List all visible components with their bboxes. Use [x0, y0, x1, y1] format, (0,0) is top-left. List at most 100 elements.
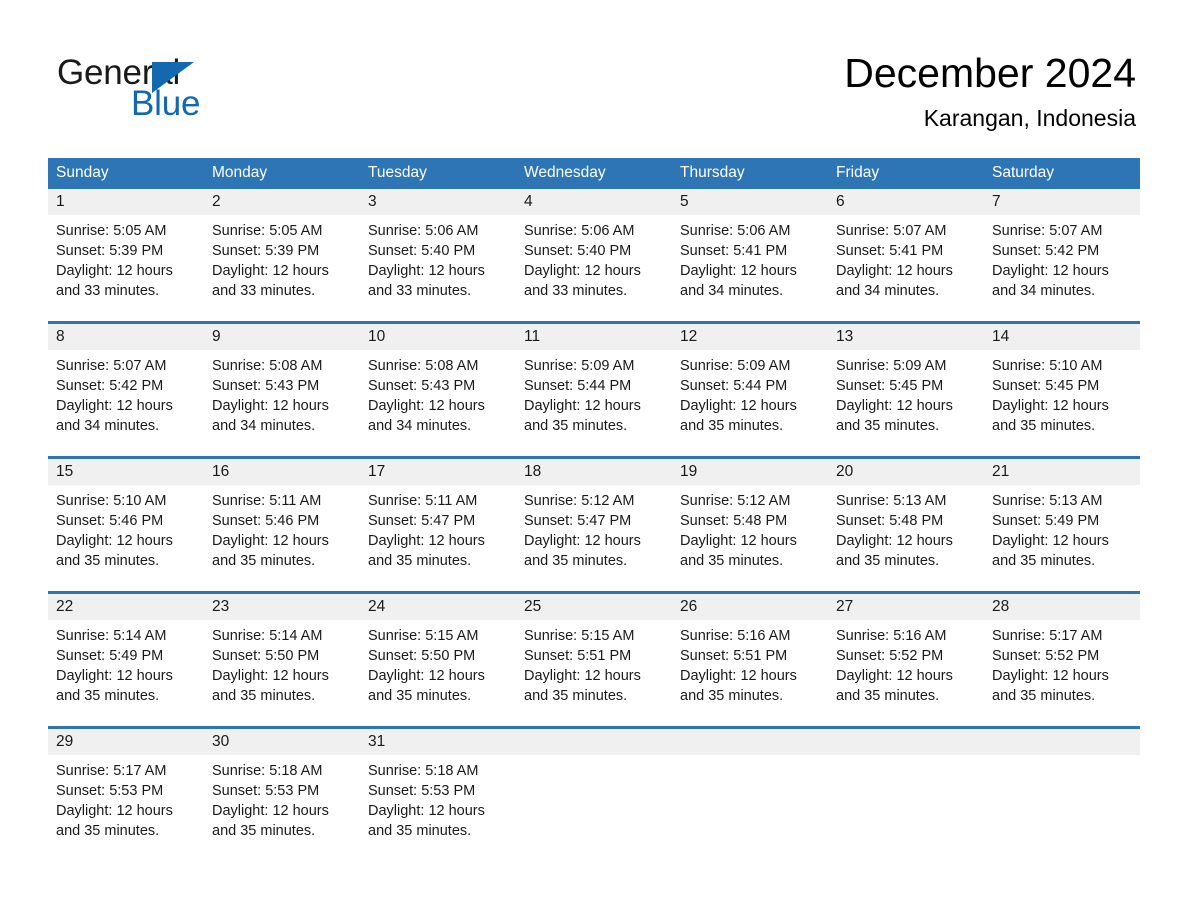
- day-number: 20: [836, 463, 854, 480]
- day-cell[interactable]: 11 Sunrise: 5:09 AM Sunset: 5:44 PM Dayl…: [516, 321, 672, 458]
- day-number: 30: [212, 733, 230, 750]
- day-cell[interactable]: 13 Sunrise: 5:09 AM Sunset: 5:45 PM Dayl…: [828, 321, 984, 458]
- weekday-header-saturday: Saturday: [984, 158, 1140, 189]
- day-cell[interactable]: 9 Sunrise: 5:08 AM Sunset: 5:43 PM Dayli…: [204, 321, 360, 458]
- sunrise-text: Sunrise: 5:17 AM: [992, 628, 1103, 644]
- day-number-band: 17: [360, 459, 516, 485]
- daylight-text: Daylight: 12 hours and 35 minutes.: [524, 533, 641, 569]
- day-cell[interactable]: 12 Sunrise: 5:09 AM Sunset: 5:44 PM Dayl…: [672, 321, 828, 458]
- page-header: General Blue December 2024 Karangan, Ind…: [0, 0, 1188, 152]
- day-cell[interactable]: 28 Sunrise: 5:17 AM Sunset: 5:52 PM Dayl…: [984, 591, 1140, 728]
- daylight-text: Daylight: 12 hours and 34 minutes.: [992, 263, 1109, 299]
- day-number-band: 13: [828, 324, 984, 350]
- day-cell[interactable]: 24 Sunrise: 5:15 AM Sunset: 5:50 PM Dayl…: [360, 591, 516, 728]
- day-number-band: 15: [48, 459, 204, 485]
- week-row: 29 Sunrise: 5:17 AM Sunset: 5:53 PM Dayl…: [48, 726, 1140, 861]
- daylight-text: Daylight: 12 hours and 33 minutes.: [212, 263, 329, 299]
- day-cell[interactable]: 15 Sunrise: 5:10 AM Sunset: 5:46 PM Dayl…: [48, 456, 204, 593]
- day-cell-empty: [672, 726, 828, 861]
- calendar-body: 1 Sunrise: 5:05 AM Sunset: 5:39 PM Dayli…: [48, 189, 1140, 861]
- title-block: December 2024 Karangan, Indonesia: [844, 48, 1136, 132]
- week-row: 1 Sunrise: 5:05 AM Sunset: 5:39 PM Dayli…: [48, 189, 1140, 323]
- day-info: Sunrise: 5:09 AM Sunset: 5:44 PM Dayligh…: [516, 350, 672, 436]
- day-cell[interactable]: 7 Sunrise: 5:07 AM Sunset: 5:42 PM Dayli…: [984, 189, 1140, 323]
- day-number-band: [984, 729, 1140, 755]
- sunrise-text: Sunrise: 5:05 AM: [56, 223, 167, 239]
- day-info: Sunrise: 5:14 AM Sunset: 5:50 PM Dayligh…: [204, 620, 360, 706]
- general-blue-logo[interactable]: General Blue: [57, 52, 317, 124]
- day-cell[interactable]: 30 Sunrise: 5:18 AM Sunset: 5:53 PM Dayl…: [204, 726, 360, 861]
- day-info: Sunrise: 5:16 AM Sunset: 5:51 PM Dayligh…: [672, 620, 828, 706]
- sunrise-text: Sunrise: 5:07 AM: [992, 223, 1103, 239]
- day-number-band: 30: [204, 729, 360, 755]
- day-cell[interactable]: 17 Sunrise: 5:11 AM Sunset: 5:47 PM Dayl…: [360, 456, 516, 593]
- weekday-header-friday: Friday: [828, 158, 984, 189]
- day-number: 25: [524, 598, 542, 615]
- day-cell[interactable]: 2 Sunrise: 5:05 AM Sunset: 5:39 PM Dayli…: [204, 189, 360, 323]
- day-number: 31: [368, 733, 386, 750]
- sunrise-text: Sunrise: 5:12 AM: [680, 493, 791, 509]
- day-number: 22: [56, 598, 74, 615]
- sunset-text: Sunset: 5:39 PM: [212, 243, 320, 259]
- day-cell[interactable]: 5 Sunrise: 5:06 AM Sunset: 5:41 PM Dayli…: [672, 189, 828, 323]
- sunrise-text: Sunrise: 5:08 AM: [368, 358, 479, 374]
- sunset-text: Sunset: 5:48 PM: [836, 513, 944, 529]
- day-cell[interactable]: 3 Sunrise: 5:06 AM Sunset: 5:40 PM Dayli…: [360, 189, 516, 323]
- calendar-table: Sunday Monday Tuesday Wednesday Thursday…: [48, 158, 1140, 861]
- day-cell[interactable]: 22 Sunrise: 5:14 AM Sunset: 5:49 PM Dayl…: [48, 591, 204, 728]
- sunrise-text: Sunrise: 5:09 AM: [836, 358, 947, 374]
- day-info: Sunrise: 5:07 AM Sunset: 5:41 PM Dayligh…: [828, 215, 984, 301]
- weekday-header-thursday: Thursday: [672, 158, 828, 189]
- day-number: 29: [56, 733, 74, 750]
- day-cell[interactable]: 19 Sunrise: 5:12 AM Sunset: 5:48 PM Dayl…: [672, 456, 828, 593]
- day-cell[interactable]: 27 Sunrise: 5:16 AM Sunset: 5:52 PM Dayl…: [828, 591, 984, 728]
- day-cell[interactable]: 31 Sunrise: 5:18 AM Sunset: 5:53 PM Dayl…: [360, 726, 516, 861]
- day-number-band: 23: [204, 594, 360, 620]
- day-number-band: 20: [828, 459, 984, 485]
- sunset-text: Sunset: 5:47 PM: [368, 513, 476, 529]
- day-number: 27: [836, 598, 854, 615]
- day-number-band: 18: [516, 459, 672, 485]
- day-info: Sunrise: 5:10 AM Sunset: 5:46 PM Dayligh…: [48, 485, 204, 571]
- day-number-band: 26: [672, 594, 828, 620]
- day-cell[interactable]: 14 Sunrise: 5:10 AM Sunset: 5:45 PM Dayl…: [984, 321, 1140, 458]
- day-number-band: 2: [204, 189, 360, 215]
- day-number: 19: [680, 463, 698, 480]
- sunset-text: Sunset: 5:45 PM: [836, 378, 944, 394]
- day-cell-empty: [828, 726, 984, 861]
- day-cell[interactable]: 25 Sunrise: 5:15 AM Sunset: 5:51 PM Dayl…: [516, 591, 672, 728]
- day-number: 21: [992, 463, 1010, 480]
- day-cell[interactable]: 18 Sunrise: 5:12 AM Sunset: 5:47 PM Dayl…: [516, 456, 672, 593]
- day-cell[interactable]: 16 Sunrise: 5:11 AM Sunset: 5:46 PM Dayl…: [204, 456, 360, 593]
- day-cell[interactable]: 6 Sunrise: 5:07 AM Sunset: 5:41 PM Dayli…: [828, 189, 984, 323]
- day-cell[interactable]: 10 Sunrise: 5:08 AM Sunset: 5:43 PM Dayl…: [360, 321, 516, 458]
- day-number: 2: [212, 193, 221, 210]
- day-number: 14: [992, 328, 1010, 345]
- day-cell[interactable]: 21 Sunrise: 5:13 AM Sunset: 5:49 PM Dayl…: [984, 456, 1140, 593]
- daylight-text: Daylight: 12 hours and 35 minutes.: [212, 668, 329, 704]
- daylight-text: Daylight: 12 hours and 35 minutes.: [56, 803, 173, 839]
- daylight-text: Daylight: 12 hours and 34 minutes.: [212, 398, 329, 434]
- day-number-band: 16: [204, 459, 360, 485]
- calendar-page: General Blue December 2024 Karangan, Ind…: [0, 0, 1188, 918]
- day-info: Sunrise: 5:08 AM Sunset: 5:43 PM Dayligh…: [360, 350, 516, 436]
- day-cell[interactable]: 29 Sunrise: 5:17 AM Sunset: 5:53 PM Dayl…: [48, 726, 204, 861]
- sunrise-text: Sunrise: 5:06 AM: [368, 223, 479, 239]
- day-cell[interactable]: 1 Sunrise: 5:05 AM Sunset: 5:39 PM Dayli…: [48, 189, 204, 323]
- day-info: Sunrise: 5:06 AM Sunset: 5:40 PM Dayligh…: [360, 215, 516, 301]
- daylight-text: Daylight: 12 hours and 35 minutes.: [56, 533, 173, 569]
- daylight-text: Daylight: 12 hours and 35 minutes.: [56, 668, 173, 704]
- day-info: Sunrise: 5:13 AM Sunset: 5:49 PM Dayligh…: [984, 485, 1140, 571]
- day-cell[interactable]: 4 Sunrise: 5:06 AM Sunset: 5:40 PM Dayli…: [516, 189, 672, 323]
- day-cell[interactable]: 20 Sunrise: 5:13 AM Sunset: 5:48 PM Dayl…: [828, 456, 984, 593]
- day-info: Sunrise: 5:12 AM Sunset: 5:47 PM Dayligh…: [516, 485, 672, 571]
- day-cell[interactable]: 23 Sunrise: 5:14 AM Sunset: 5:50 PM Dayl…: [204, 591, 360, 728]
- day-info: Sunrise: 5:09 AM Sunset: 5:44 PM Dayligh…: [672, 350, 828, 436]
- sunset-text: Sunset: 5:47 PM: [524, 513, 632, 529]
- sunset-text: Sunset: 5:53 PM: [56, 783, 164, 799]
- day-cell[interactable]: 26 Sunrise: 5:16 AM Sunset: 5:51 PM Dayl…: [672, 591, 828, 728]
- day-info: Sunrise: 5:05 AM Sunset: 5:39 PM Dayligh…: [48, 215, 204, 301]
- sunset-text: Sunset: 5:49 PM: [56, 648, 164, 664]
- day-number: 10: [368, 328, 386, 345]
- day-cell[interactable]: 8 Sunrise: 5:07 AM Sunset: 5:42 PM Dayli…: [48, 321, 204, 458]
